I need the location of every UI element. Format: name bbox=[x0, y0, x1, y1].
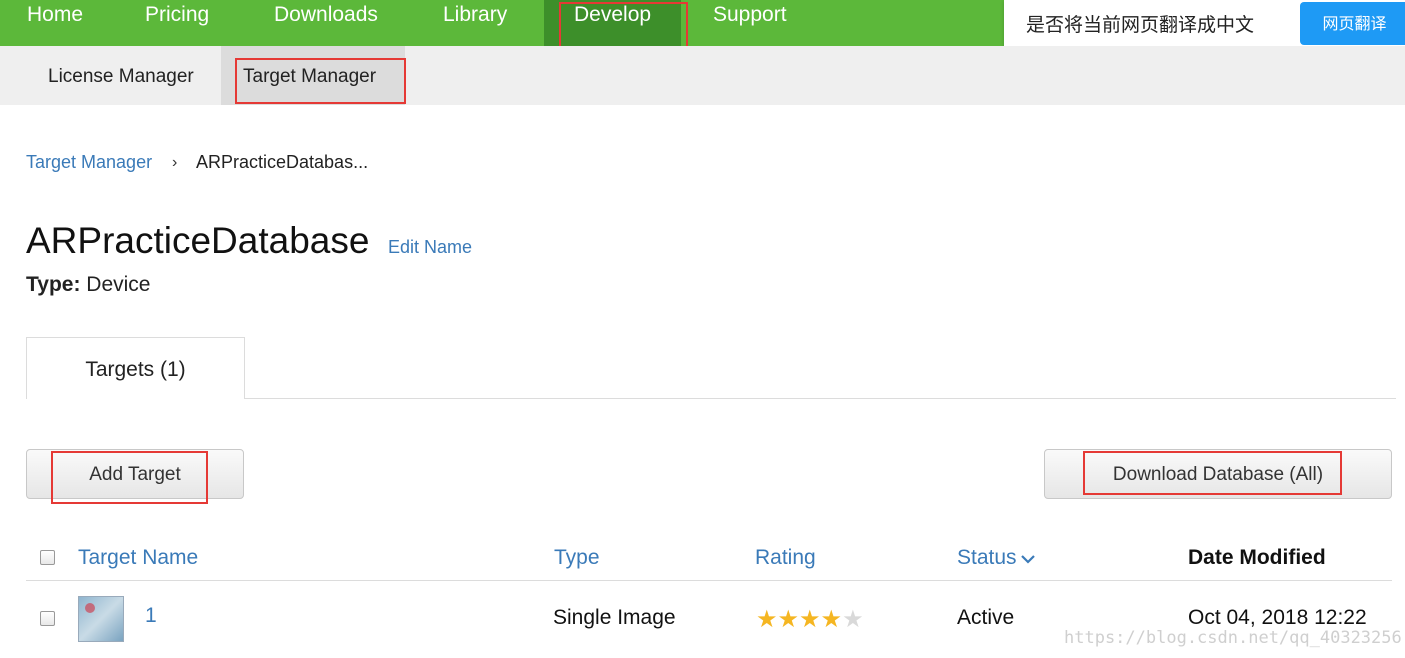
star-filled-icon: ★ bbox=[777, 606, 800, 633]
translate-button[interactable]: 网页翻译 bbox=[1300, 2, 1405, 45]
header-target-name[interactable]: Target Name bbox=[78, 546, 198, 570]
header-date-modified[interactable]: Date Modified bbox=[1188, 546, 1326, 570]
tab-targets[interactable]: Targets (1) bbox=[26, 337, 245, 399]
download-database-button[interactable]: Download Database (All) bbox=[1044, 449, 1392, 499]
nav-support[interactable]: Support bbox=[713, 0, 787, 46]
watermark-text: https://blog.csdn.net/qq_40323256 bbox=[1064, 628, 1402, 648]
nav-pricing[interactable]: Pricing bbox=[145, 0, 209, 46]
star-filled-icon: ★ bbox=[820, 606, 843, 633]
chevron-down-icon bbox=[1020, 555, 1035, 564]
nav-library[interactable]: Library bbox=[443, 0, 507, 46]
star-filled-icon: ★ bbox=[799, 606, 821, 633]
breadcrumb-target-manager[interactable]: Target Manager bbox=[26, 152, 152, 173]
breadcrumb-current: ARPracticeDatabas... bbox=[196, 152, 369, 172]
row-checkbox[interactable] bbox=[40, 611, 55, 626]
nav-home[interactable]: Home bbox=[27, 0, 83, 46]
rating-stars: ★★★★★ bbox=[756, 605, 864, 634]
translate-prompt-text: 是否将当前网页翻译成中文 bbox=[1026, 14, 1255, 36]
target-thumbnail[interactable] bbox=[78, 596, 124, 642]
nav-downloads[interactable]: Downloads bbox=[274, 0, 378, 46]
subnav-license-manager[interactable]: License Manager bbox=[48, 46, 194, 105]
target-status: Active bbox=[957, 606, 1015, 629]
sub-navigation-bar: License Manager Target Manager bbox=[0, 46, 1405, 105]
target-type: Single Image bbox=[553, 606, 676, 629]
header-status-label: Status bbox=[957, 546, 1017, 569]
add-target-button[interactable]: Add Target bbox=[26, 449, 244, 499]
header-status[interactable]: Status bbox=[957, 546, 1035, 570]
breadcrumb-separator-icon: › bbox=[172, 154, 178, 171]
subnav-target-manager[interactable]: Target Manager bbox=[221, 46, 405, 105]
nav-develop[interactable]: Develop bbox=[544, 0, 682, 46]
star-empty-icon: ★ bbox=[842, 606, 864, 633]
page-title: ARPracticeDatabase bbox=[26, 220, 370, 261]
edit-name-link[interactable]: Edit Name bbox=[388, 237, 472, 258]
header-rating[interactable]: Rating bbox=[755, 546, 816, 570]
select-all-checkbox[interactable] bbox=[40, 550, 55, 565]
table-header-divider bbox=[26, 580, 1392, 581]
database-type: Type: Device bbox=[26, 273, 151, 297]
type-value: Device bbox=[86, 273, 151, 296]
star-filled-icon: ★ bbox=[756, 606, 778, 633]
header-type[interactable]: Type bbox=[554, 546, 600, 570]
target-name-link[interactable]: 1 bbox=[145, 604, 157, 628]
target-date-modified: Oct 04, 2018 12:22 bbox=[1188, 606, 1367, 629]
type-label: Type: bbox=[26, 273, 81, 296]
